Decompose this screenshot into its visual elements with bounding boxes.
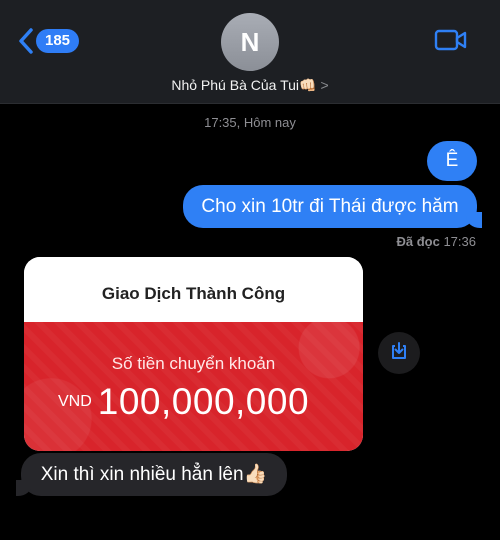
contact-name: Nhỏ Phú Bà Của Tui👊🏻 xyxy=(171,77,317,93)
sent-message[interactable]: Cho xin 10tr đi Thái được hăm xyxy=(183,185,482,228)
video-camera-icon xyxy=(434,29,468,56)
transfer-label: Số tiền chuyển khoản xyxy=(111,354,276,373)
sent-message[interactable]: Ê xyxy=(427,141,477,181)
card-title: Giao Dịch Thành Công xyxy=(101,284,286,303)
avatar-initial: N xyxy=(240,26,260,57)
video-call-button[interactable] xyxy=(434,28,468,57)
amount-value: 100,000,000 xyxy=(97,381,310,422)
received-message[interactable]: Xin thì xin nhiều hẳn lên👍🏻 xyxy=(16,453,287,496)
read-receipt: Đã đọc 17:36 xyxy=(396,234,476,249)
currency: VND xyxy=(58,393,92,410)
avatar[interactable]: N xyxy=(221,13,279,71)
download-button[interactable] xyxy=(378,332,420,374)
conversation-header: 185 N Nhỏ Phú Bà Của Tui👊🏻 > xyxy=(0,0,500,104)
chevron-right-icon: > xyxy=(320,77,329,93)
read-status: Đã đọc xyxy=(396,234,440,249)
chevron-left-icon xyxy=(18,28,34,54)
transfer-amount: VND 100,000,000 xyxy=(58,381,309,423)
download-icon xyxy=(389,341,409,366)
contact-name-button[interactable]: Nhỏ Phú Bà Của Tui👊🏻 > xyxy=(0,77,500,94)
message-timestamp: 17:35, Hôm nay xyxy=(204,115,296,130)
unread-count-badge: 185 xyxy=(36,29,80,53)
card-header: Giao Dịch Thành Công xyxy=(24,257,363,322)
card-body: Số tiền chuyển khoản VND 100,000,000 xyxy=(24,322,363,451)
read-time: 17:36 xyxy=(443,234,476,249)
back-button[interactable]: 185 xyxy=(18,28,80,54)
transfer-image-attachment[interactable]: Giao Dịch Thành Công Số tiền chuyển khoả… xyxy=(24,257,363,451)
